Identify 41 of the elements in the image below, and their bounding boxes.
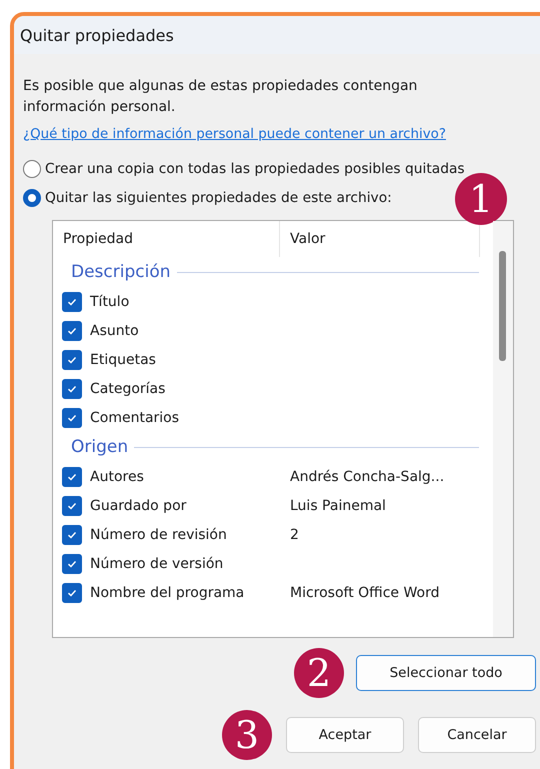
- group-header: Origen: [71, 437, 128, 457]
- property-value: Andrés Concha-Salg...: [290, 468, 444, 484]
- column-header[interactable]: Valor: [280, 221, 480, 257]
- option-label: Quitar las siguientes propiedades de este archivo:: [45, 190, 392, 206]
- property-name: Asunto: [89, 322, 140, 338]
- checkbox[interactable]: [62, 350, 82, 370]
- checkbox[interactable]: [62, 378, 82, 398]
- group-header: Descripción: [71, 262, 171, 282]
- property-value: 2: [290, 526, 299, 542]
- checkbox[interactable]: [62, 554, 82, 574]
- ok-button[interactable]: Aceptar: [286, 717, 404, 753]
- property-name: Título: [89, 294, 130, 310]
- checkbox[interactable]: [62, 320, 82, 340]
- checkbox[interactable]: [62, 408, 82, 428]
- property-value: Luis Painemal: [290, 498, 386, 514]
- select-all-button[interactable]: Seleccionar todo: [356, 655, 536, 691]
- intro-text: Es posible que algunas de estas propiedades contengan información personal.: [23, 77, 418, 117]
- property-name: Número de versión: [89, 556, 224, 572]
- checkbox[interactable]: [62, 292, 82, 312]
- radio-button[interactable]: [23, 188, 41, 206]
- checkbox[interactable]: [62, 524, 82, 544]
- property-name: Categorías: [89, 380, 166, 396]
- checkbox[interactable]: [62, 582, 82, 602]
- radio-button[interactable]: [23, 160, 41, 178]
- property-name: Número de revisión: [89, 526, 228, 542]
- property-name: Nombre del programa: [89, 584, 246, 600]
- scrollbar-thumb[interactable]: [499, 251, 506, 361]
- property-name: Comentarios: [89, 410, 180, 426]
- callout-badge: 1: [455, 173, 507, 225]
- callout-badge: 2: [294, 648, 344, 698]
- property-value: Microsoft Office Word: [290, 584, 440, 600]
- property-name: Guardado por: [89, 498, 188, 514]
- property-name: Etiquetas: [89, 352, 157, 368]
- property-name: Autores: [89, 468, 145, 484]
- callout-badge: 3: [222, 710, 272, 760]
- cancel-button[interactable]: Cancelar: [418, 717, 536, 753]
- window-title: Quitar propiedades: [20, 26, 174, 44]
- help-link[interactable]: ¿Qué tipo de información personal puede contener un archivo?: [23, 127, 536, 142]
- column-header[interactable]: Propiedad: [53, 221, 280, 257]
- checkbox[interactable]: [62, 466, 82, 486]
- checkbox[interactable]: [62, 496, 82, 516]
